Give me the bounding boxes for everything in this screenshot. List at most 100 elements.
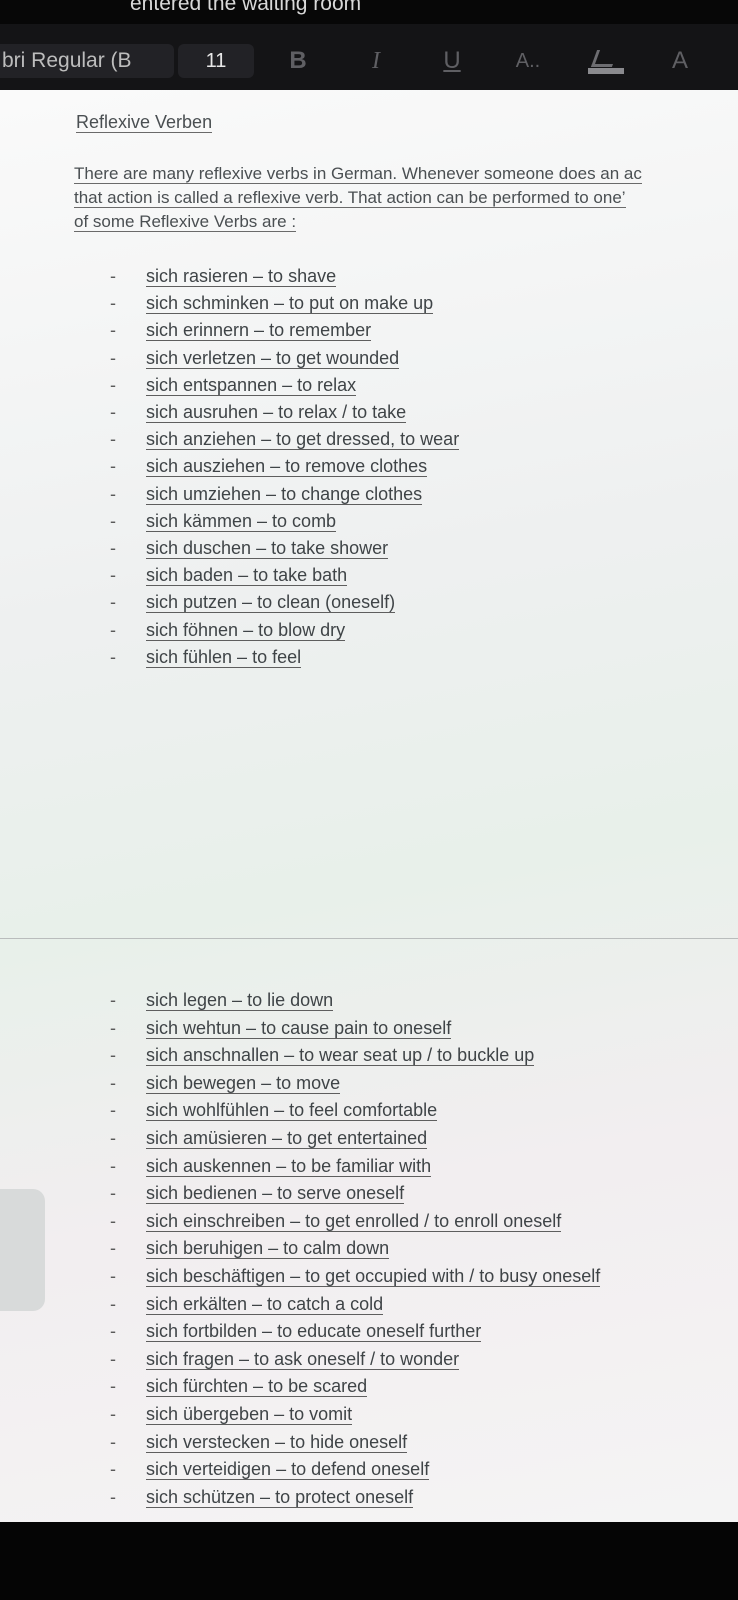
list-item: - sich fühlen – to feel: [110, 645, 302, 669]
list-item: - sich anschnallen – to wear seat up / to…: [110, 1043, 535, 1067]
list-item: - sich wehtun – to cause pain to oneself: [110, 1016, 452, 1040]
list-item: - sich amüsieren – to get entertained: [110, 1126, 428, 1150]
list-item: - sich ausziehen – to remove clothes: [110, 454, 428, 478]
list-item: - sich föhnen – to blow dry: [110, 618, 346, 642]
page-break-divider: [0, 938, 738, 939]
list-item: - sich erinnern – to remember: [110, 318, 372, 342]
list-item: - sich einschreiben – to get enrolled / t…: [110, 1209, 562, 1233]
list-item: - sich entspannen – to relax: [110, 373, 357, 397]
bold-button[interactable]: B: [278, 44, 318, 78]
list-dash: -: [110, 1431, 116, 1452]
verb-entry: sich erinnern – to remember: [146, 320, 372, 342]
side-panel-handle[interactable]: [0, 1189, 45, 1311]
underline-button[interactable]: U: [432, 44, 472, 78]
font-color-button[interactable]: A..: [505, 44, 551, 78]
highlighter-icon: [590, 50, 619, 67]
verb-entry: sich erkälten – to catch a cold: [146, 1293, 384, 1315]
list-dash: -: [110, 1486, 116, 1507]
verb-entry: sich fühlen – to feel: [146, 646, 302, 668]
intro-line: of some Reflexive Verbs are :: [74, 212, 297, 232]
list-item: - sich bewegen – to move: [110, 1071, 341, 1095]
list-dash: -: [110, 1404, 116, 1424]
list-dash: -: [110, 592, 116, 613]
verb-entry: sich kämmen – to comb: [146, 510, 337, 532]
verb-entry: sich entspannen – to relax: [146, 374, 357, 396]
list-dash: -: [110, 538, 116, 558]
list-dash: -: [110, 347, 116, 368]
verb-entry: sich beruhigen – to calm down: [146, 1238, 390, 1260]
list-item: - sich duschen – to take shower: [110, 536, 389, 560]
clear-formatting-button[interactable]: A: [660, 44, 700, 78]
list-item: - sich schützen – to protect oneself: [110, 1485, 414, 1509]
list-item: - sich putzen – to clean (oneself): [110, 590, 396, 614]
list-item: - sich fortbilden – to educate oneself fu…: [110, 1319, 482, 1343]
list-dash: -: [110, 1100, 116, 1121]
list-item: - sich ausruhen – to relax / to take: [110, 400, 407, 424]
verb-entry: sich amüsieren – to get entertained: [146, 1128, 428, 1149]
list-item: - sich übergeben – to vomit: [110, 1402, 353, 1426]
verb-entry: sich rasieren – to shave: [146, 266, 337, 287]
list-dash: -: [110, 1293, 116, 1314]
list-dash: -: [110, 565, 116, 586]
verb-entry: sich föhnen – to blow dry: [146, 619, 346, 641]
list-item: - sich auskennen – to be familiar with: [110, 1154, 432, 1178]
verb-entry: sich anziehen – to get dressed, to wear: [146, 429, 460, 451]
list-dash: -: [110, 1045, 116, 1066]
list-item: - sich fürchten – to be scared: [110, 1374, 368, 1398]
verb-entry: sich wehtun – to cause pain to oneself: [146, 1017, 452, 1039]
list-item: - sich kämmen – to comb: [110, 509, 337, 533]
font-size-selector[interactable]: 11: [178, 44, 254, 78]
verb-entry: sich ausruhen – to relax / to take: [146, 402, 407, 423]
verb-entry: sich verteidigen – to defend oneself: [146, 1459, 430, 1481]
list-dash: -: [110, 1348, 116, 1369]
list-dash: -: [110, 320, 116, 341]
verb-entry: sich umziehen – to change clothes: [146, 483, 423, 505]
list-dash: -: [110, 1238, 116, 1259]
verb-entry: sich bewegen – to move: [146, 1072, 341, 1094]
list-item: - sich bedienen – to serve oneself: [110, 1181, 405, 1205]
list-dash: -: [110, 990, 116, 1010]
list-item: - sich beruhigen – to calm down: [110, 1236, 390, 1260]
list-item: - sich schminken – to put on make up: [110, 291, 434, 315]
list-dash: -: [110, 1459, 116, 1480]
verb-entry: sich duschen – to take shower: [146, 538, 389, 559]
list-dash: -: [110, 483, 116, 504]
list-item: - sich erkälten – to catch a cold: [110, 1292, 384, 1316]
italic-button[interactable]: I: [356, 44, 396, 78]
list-dash: -: [110, 619, 116, 640]
verb-entry: sich anschnallen – to wear seat up / to …: [146, 1045, 535, 1067]
verb-entry: sich wohlfühlen – to feel comfortable: [146, 1100, 438, 1122]
list-item: - sich verstecken – to hide oneself: [110, 1430, 408, 1454]
verb-entry: sich einschreiben – to get enrolled / to…: [146, 1210, 562, 1232]
highlight-button[interactable]: [580, 44, 628, 78]
verb-entry: sich übergeben – to vomit: [146, 1404, 353, 1425]
verb-entry: sich verstecken – to hide oneself: [146, 1431, 408, 1453]
list-item: - sich beschäftigen – to get occupied wit…: [110, 1264, 601, 1288]
verb-entry: sich putzen – to clean (oneself): [146, 592, 396, 614]
list-dash: -: [110, 1072, 116, 1093]
list-dash: -: [110, 646, 116, 667]
list-dash: -: [110, 293, 116, 314]
list-dash: -: [110, 1017, 116, 1038]
notification-banner: entered the waiting room: [0, 0, 738, 24]
list-dash: -: [110, 1183, 116, 1204]
list-item: - sich wohlfühlen – to feel comfortable: [110, 1098, 438, 1122]
list-item: - sich anziehen – to get dressed, to wear: [110, 427, 460, 451]
verb-entry: sich auskennen – to be familiar with: [146, 1155, 432, 1177]
document-page[interactable]: Reflexive Verben There are many reflexiv…: [0, 90, 738, 1522]
list-dash: -: [110, 1210, 116, 1231]
intro-line: that action is called a reflexive verb. …: [74, 188, 626, 208]
verb-entry: sich schützen – to protect oneself: [146, 1486, 414, 1508]
intro-line: There are many reflexive verbs in German…: [74, 164, 642, 184]
list-dash: -: [110, 1321, 116, 1342]
list-dash: -: [110, 1128, 116, 1148]
list-dash: -: [110, 456, 116, 477]
verb-entry: sich schminken – to put on make up: [146, 293, 434, 315]
font-name-selector[interactable]: bri Regular (B: [0, 44, 174, 78]
verb-entry: sich legen – to lie down: [146, 990, 334, 1011]
list-item: - sich umziehen – to change clothes: [110, 482, 423, 506]
list-dash: -: [110, 266, 116, 286]
notification-text: entered the waiting room: [130, 0, 362, 15]
highlight-color-bar: [588, 68, 624, 74]
list-dash: -: [110, 1266, 116, 1286]
